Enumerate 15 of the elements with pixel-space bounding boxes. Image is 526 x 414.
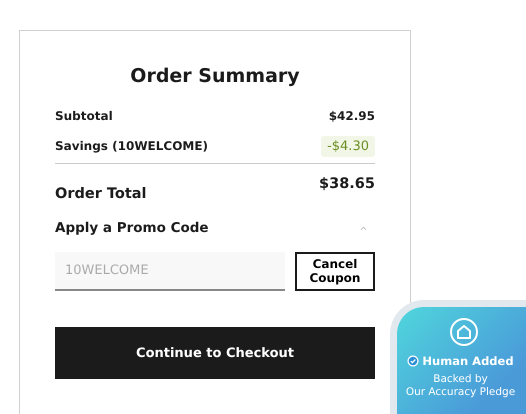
cancel-coupon-button[interactable]: Cancel Coupon [295, 252, 375, 291]
total-label: Order Total [55, 186, 147, 202]
checkout-button[interactable]: Continue to Checkout [55, 327, 375, 379]
check-icon [407, 355, 420, 367]
promo-code-field[interactable]: 10WELCOME [55, 252, 285, 291]
line-amount: $42.95 [328, 109, 375, 123]
badge-subtitle: Backed by Our Accuracy Pledge [404, 373, 516, 400]
line-label: Subtotal [55, 109, 113, 123]
total-amount: $38.65 [319, 176, 375, 192]
summary-title: Order Summary [129, 65, 301, 87]
promo-label[interactable]: Apply a Promo Code [55, 220, 209, 236]
line-label: Savings (10WELCOME) [55, 139, 208, 153]
badge-title: Human Added [422, 354, 514, 368]
discount-amount: -$4.30 [321, 136, 375, 156]
caret-icon[interactable] [360, 226, 367, 230]
